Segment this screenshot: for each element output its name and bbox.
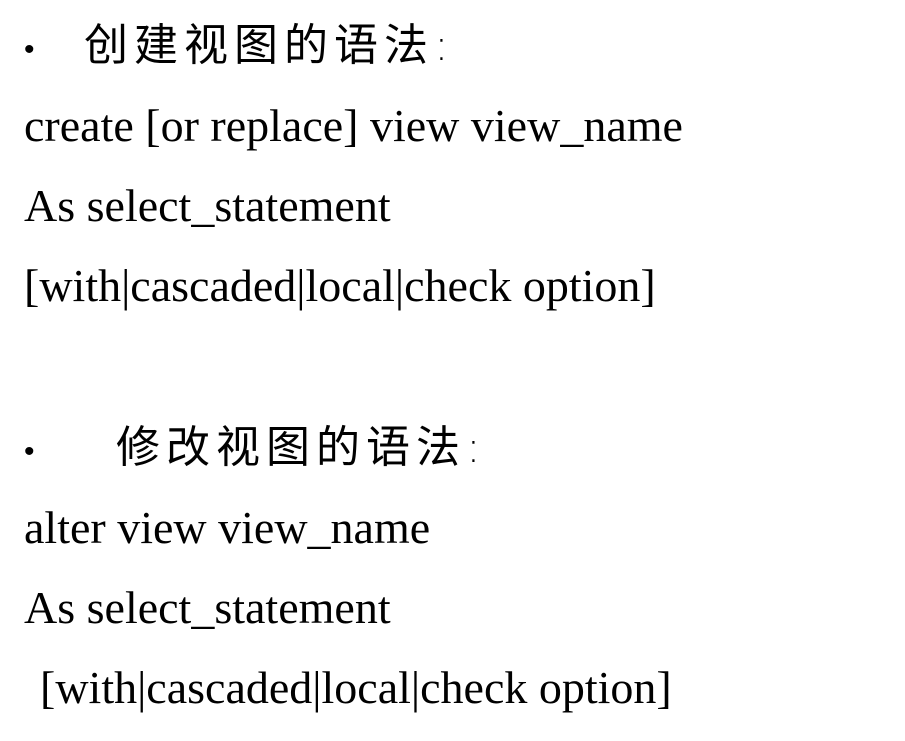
alter-view-heading: • 修改视图的语法: (24, 420, 487, 480)
create-view-syntax-line-2: As select_statement (24, 180, 391, 231)
create-view-heading: • 创建视图的语法: (24, 18, 455, 78)
alter-view-syntax-line-3: [with|cascaded|local|check option] (40, 662, 672, 713)
create-view-syntax-line-3: [with|cascaded|local|check option] (24, 260, 656, 311)
slide: • 创建视图的语法: create [or replace] view view_… (0, 0, 905, 741)
bullet-icon: • (24, 32, 35, 66)
alter-view-syntax-line-2: As select_statement (24, 582, 391, 633)
create-view-syntax-line-1: create [or replace] view view_name (24, 100, 683, 151)
create-view-heading-text: 创建视图的语法: (84, 20, 455, 71)
bullet-icon: • (24, 434, 35, 468)
alter-view-heading-text: 修改视图的语法: (116, 422, 487, 473)
alter-view-syntax-line-1: alter view view_name (24, 502, 431, 553)
